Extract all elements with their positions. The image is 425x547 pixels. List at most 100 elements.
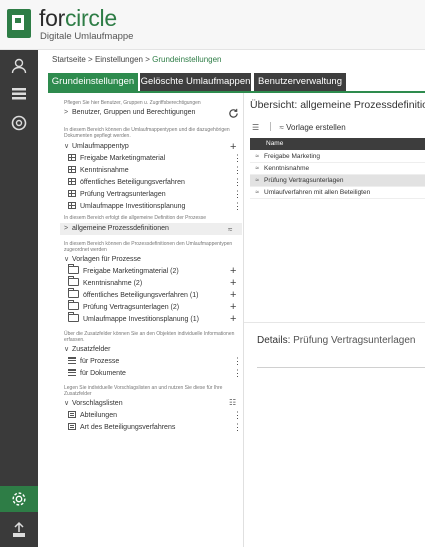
chevron-down-icon: ∨	[64, 346, 70, 353]
export-icon[interactable]	[9, 520, 29, 540]
template-label: Freigabe Marketingmaterial (2)	[83, 268, 179, 275]
section-fields[interactable]: ∨ Zusatzfelder	[64, 345, 111, 353]
chevron-down-icon: ∨	[64, 256, 70, 263]
row-label: Freigabe Marketing	[264, 153, 320, 160]
more-icon[interactable]: ⋮	[233, 178, 242, 187]
app-subtitle: Digitale Umlaufmappe	[40, 31, 134, 42]
pane-divider	[243, 93, 244, 547]
circle-app-icon[interactable]	[9, 113, 29, 133]
list-doc-icon	[68, 411, 76, 418]
process-icon[interactable]: ≈	[228, 225, 232, 234]
breadcrumb: Startseite > Einstellungen > Grundeinste…	[52, 55, 222, 64]
overview-toolbar: ☰ ≈ Vorlage erstellen	[252, 122, 346, 132]
add-plus-icon[interactable]: +	[230, 302, 236, 313]
section-templates-label: Vorlagen für Prozesse	[72, 256, 141, 263]
process-icon: ≈	[255, 165, 259, 172]
more-icon[interactable]: ⋮	[233, 154, 242, 163]
template-item[interactable]: öffentliches Beteiligungsverfahren (1)	[68, 288, 198, 301]
section-lists[interactable]: ∨ Vorschlagslisten	[64, 399, 123, 407]
template-item[interactable]: Kenntnisnahme (2)	[68, 276, 142, 289]
app-logo-icon	[7, 9, 31, 38]
add-plus-icon[interactable]: +	[230, 314, 236, 325]
type-item[interactable]: Umlaufmappe Investitionsplanung	[68, 201, 185, 212]
details-underline	[257, 367, 425, 368]
type-item[interactable]: öffentliches Beteiligungsverfahren	[68, 177, 185, 188]
grid-icon	[68, 166, 76, 173]
list-item[interactable]: Abteilungen	[68, 410, 117, 421]
type-item[interactable]: Freigabe Marketingmaterial	[68, 153, 165, 164]
add-list-icon[interactable]: ☷	[229, 398, 236, 407]
process-icon: ≈	[255, 153, 259, 160]
chevron-down-icon: ∨	[64, 143, 70, 150]
type-label: Prüfung Vertragsunterlagen	[80, 191, 166, 198]
field-label: für Dokumente	[80, 370, 126, 377]
hint-process: In diesem Bereich erfolgt die allgemeine…	[64, 215, 207, 221]
more-icon[interactable]: ⋮	[233, 369, 242, 378]
table-row[interactable]: ≈ Kenntnisnahme	[250, 163, 425, 175]
section-lists-label: Vorschlagslisten	[72, 400, 123, 407]
type-label: Kenntnisnahme	[80, 167, 129, 174]
tab-geloeschte-umlaufmappen[interactable]: Gelöschte Umlaufmappen	[140, 73, 251, 91]
field-item[interactable]: für Dokumente	[68, 368, 126, 379]
folder-icon	[68, 288, 79, 298]
table-row[interactable]: ≈ Umlaufverfahren mit allen Beteiligten	[250, 187, 425, 199]
type-item[interactable]: Prüfung Vertragsunterlagen	[68, 189, 166, 200]
list-label: Art des Beteiligungsverfahrens	[80, 424, 176, 431]
column-name-header[interactable]: Name	[266, 140, 283, 147]
section-process[interactable]: > allgemeine Prozessdefinitionen	[60, 223, 242, 235]
type-label: Freigabe Marketingmaterial	[80, 155, 166, 162]
tab-benutzerverwaltung[interactable]: Benutzerverwaltung	[254, 73, 346, 91]
list-label: Abteilungen	[80, 412, 117, 419]
breadcrumb-sep: >	[88, 55, 93, 64]
add-plus-icon[interactable]: +	[230, 278, 236, 289]
breadcrumb-current: Grundeinstellungen	[152, 55, 222, 64]
list-item[interactable]: Art des Beteiligungsverfahrens	[68, 422, 175, 433]
list-icon[interactable]	[9, 84, 29, 104]
breadcrumb-settings[interactable]: Einstellungen	[95, 55, 143, 64]
overview-title-text: allgemeine Prozessdefinitionen	[300, 99, 425, 111]
tab-grundeinstellungen[interactable]: Grundeinstellungen	[48, 73, 138, 91]
folder-icon	[68, 276, 79, 286]
brand-suffix: circle	[64, 5, 117, 31]
grid-icon	[68, 178, 76, 185]
more-icon[interactable]: ⋮	[233, 411, 242, 420]
app-brand: forcircle	[39, 6, 117, 30]
settings-tree: Pflegen Sie hier Benutzer, Gruppen u. Zu…	[48, 95, 242, 547]
type-item[interactable]: Kenntnisnahme	[68, 165, 129, 176]
field-label: für Prozesse	[80, 358, 120, 365]
list-doc-icon	[68, 423, 76, 430]
template-item[interactable]: Prüfung Vertragsunterlagen (2)	[68, 300, 179, 313]
template-item[interactable]: Umlaufmappe Investitionsplanung (1)	[68, 312, 199, 325]
settings-nav-active[interactable]	[0, 486, 38, 512]
tab-underline	[48, 91, 425, 93]
overview-prefix: Übersicht:	[250, 99, 298, 111]
section-types[interactable]: ∨ Umlaufmappentyp	[64, 142, 129, 150]
add-type-plus-icon[interactable]: +	[230, 142, 236, 153]
add-plus-icon[interactable]: +	[230, 290, 236, 301]
user-icon[interactable]	[9, 56, 29, 76]
section-templates[interactable]: ∨ Vorlagen für Prozesse	[64, 255, 141, 263]
breadcrumb-sep: >	[145, 55, 150, 64]
details-title-text: Prüfung Vertragsunterlagen	[293, 335, 416, 346]
left-nav	[0, 50, 38, 547]
table-row-selected[interactable]: ≈ Prüfung Vertragsunterlagen	[250, 175, 425, 187]
filter-icon[interactable]: ☰	[252, 123, 262, 132]
type-label: öffentliches Beteiligungsverfahren	[80, 179, 185, 186]
field-item[interactable]: für Prozesse	[68, 356, 119, 367]
add-plus-icon[interactable]: +	[230, 266, 236, 277]
more-icon[interactable]: ⋮	[233, 423, 242, 432]
refresh-icon[interactable]	[228, 108, 239, 119]
more-icon[interactable]: ⋮	[233, 190, 242, 199]
table-row[interactable]: ≈ Freigabe Marketing	[250, 151, 425, 163]
overview-title: Übersicht: allgemeine Prozessdefinitione…	[250, 99, 425, 111]
create-template-button[interactable]: ≈ Vorlage erstellen	[279, 123, 345, 132]
details-title: Details: Prüfung Vertragsunterlagen	[257, 335, 415, 346]
more-icon[interactable]: ⋮	[233, 357, 242, 366]
breadcrumb-home[interactable]: Startseite	[52, 55, 86, 64]
more-icon[interactable]: ⋮	[233, 202, 242, 211]
template-item[interactable]: Freigabe Marketingmaterial (2)	[68, 264, 179, 277]
chevron-right-icon: >	[64, 109, 69, 116]
section-users[interactable]: > Benutzer, Gruppen und Berechtigungen	[64, 109, 195, 116]
more-icon[interactable]: ⋮	[233, 166, 242, 175]
section-fields-label: Zusatzfelder	[72, 346, 111, 353]
